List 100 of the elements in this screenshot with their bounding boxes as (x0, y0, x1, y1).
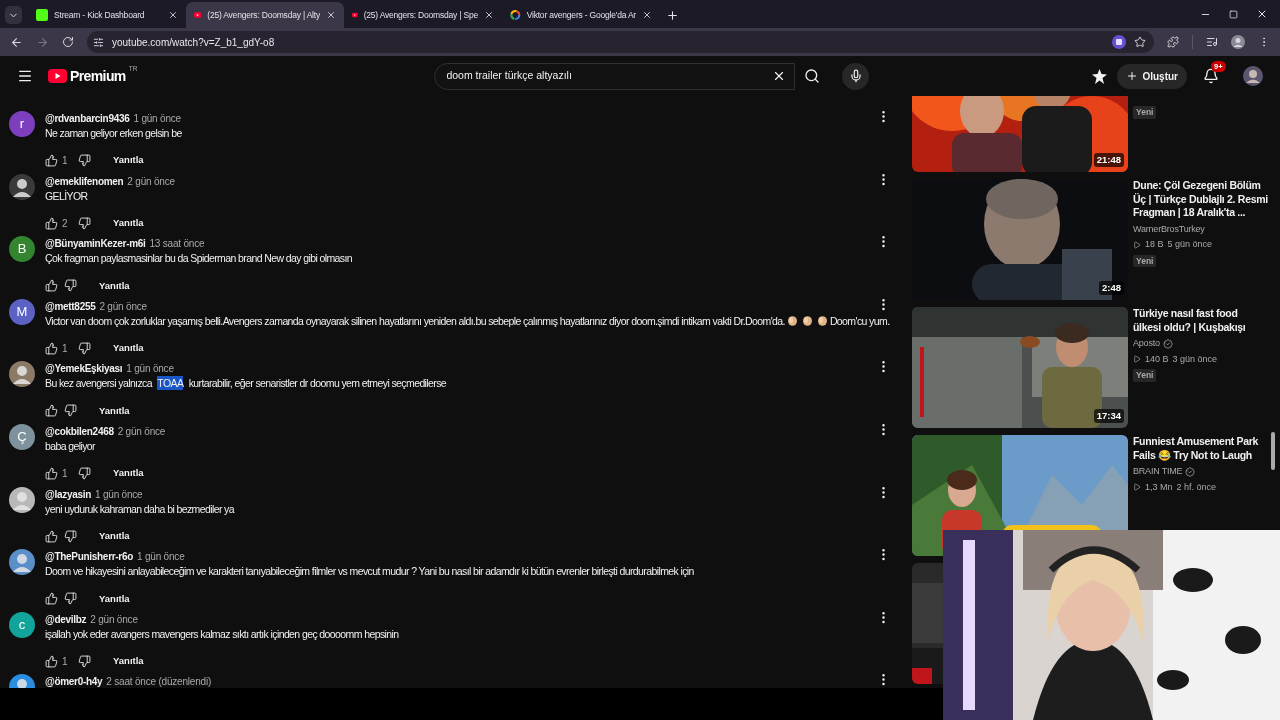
search-box[interactable]: doom trailer türkçe altyazılı (434, 62, 796, 90)
avatar-icon[interactable] (9, 549, 35, 576)
logo-text: Premium (70, 66, 126, 86)
comment-text: Çok fragman paylasmasinlar bu da Spiderman brand New day gibi olmasın (45, 251, 353, 267)
comment-author[interactable]: @mett8255 (45, 298, 96, 314)
voice-search-button[interactable] (842, 62, 870, 90)
site-info-icon[interactable] (93, 36, 104, 48)
extension-icon[interactable] (1112, 35, 1126, 49)
browser-tab[interactable]: Viktor avengers - Google'da Ar (502, 2, 660, 28)
address-bar[interactable]: youtube.com/watch?v=Z_b1_gdY-o8 (87, 31, 1154, 53)
search-input[interactable]: doom trailer türkçe altyazılı (446, 68, 773, 84)
reply-button[interactable]: Yanıtla (91, 589, 138, 608)
dislike-button[interactable] (62, 592, 79, 606)
thumbs-up-icon (45, 216, 58, 230)
comment-time[interactable]: 2 gün önce (99, 298, 147, 314)
thumbs-down-icon (64, 529, 77, 543)
dislike-button[interactable] (76, 466, 93, 480)
comment-author[interactable]: @lazyasin (45, 486, 91, 502)
comment-time[interactable]: 2 gün önce (117, 423, 166, 439)
avatar[interactable]: B (9, 236, 35, 263)
bookmark-icon[interactable] (1134, 36, 1146, 48)
close-icon[interactable] (1256, 8, 1268, 20)
menu-icon[interactable] (17, 68, 33, 84)
comment-time[interactable]: 2 gün önce (127, 173, 175, 189)
new-badge: Yeni (1133, 254, 1157, 268)
new-tab-icon[interactable] (666, 8, 679, 22)
thumbs-down-icon (64, 279, 77, 293)
channel-name[interactable]: Aposto (1133, 337, 1160, 351)
create-button[interactable]: Oluştur (1117, 63, 1187, 89)
avatar-icon[interactable] (9, 361, 35, 388)
account-avatar-icon[interactable] (1243, 66, 1263, 86)
comment-author[interactable]: @devilbz (45, 611, 87, 627)
avatar[interactable]: r (9, 111, 35, 137)
video-title[interactable]: Funniest Amusement Park Fails 😂 Try Not to Laugh (1133, 435, 1268, 462)
reply-button[interactable]: Yanıtla (105, 339, 152, 358)
comment-time[interactable]: 2 gün önce (90, 611, 138, 627)
sparkle-icon[interactable] (1092, 68, 1108, 84)
close-icon[interactable] (484, 10, 494, 20)
comment-time[interactable]: 2 saat önce (düzenlendi) (106, 674, 212, 688)
youtube-logo-icon[interactable] (48, 69, 67, 83)
comment-time[interactable]: 13 saat önce (149, 236, 205, 252)
like-count: 1 (62, 466, 69, 481)
reply-button[interactable]: Yanıtla (91, 276, 138, 295)
comment-time[interactable]: 1 gün önce (94, 486, 143, 502)
notifications-icon[interactable] (1203, 68, 1219, 84)
avatar-icon[interactable] (9, 486, 35, 513)
dislike-button[interactable] (76, 654, 93, 668)
thumbs-up-icon (45, 341, 58, 355)
back-icon[interactable] (10, 35, 23, 49)
thumbs-down-icon (64, 404, 77, 418)
thumbs-up-icon (45, 404, 58, 418)
close-icon[interactable] (642, 10, 652, 20)
plus-icon (1126, 70, 1139, 82)
dislike-button[interactable] (76, 154, 93, 167)
avatar-icon[interactable] (9, 173, 35, 200)
reply-button[interactable]: Yanıtla (105, 151, 152, 170)
dislike-button[interactable] (76, 216, 93, 230)
channel-name[interactable]: WarnerBrosTurkey (1133, 222, 1205, 236)
video-title[interactable]: Türkiye nasıl fast food ülkesi oldu? | Kuşbakışı (1133, 307, 1268, 334)
dislike-button[interactable] (76, 341, 93, 355)
dislike-button[interactable] (62, 279, 79, 293)
reply-button[interactable]: Yanıtla (105, 213, 152, 233)
video-title[interactable]: Dune: Çöl Gezegeni Bölüm Üç | Türkçe Dublajlı 2. Resmi Fragman | 18 Aralık'ta ... (1133, 179, 1268, 220)
reply-button[interactable]: Yanıtla (91, 401, 138, 420)
tab-search-button[interactable] (5, 6, 22, 24)
comment-author[interactable]: @BünyaminKezer-m6i (45, 236, 146, 252)
close-icon[interactable] (168, 10, 178, 20)
view-count: 18 B (1145, 238, 1164, 251)
close-icon[interactable] (326, 10, 336, 20)
comment-author[interactable]: @cokbilen2468 (45, 423, 114, 439)
scrollbar-thumb[interactable] (1271, 432, 1275, 470)
channel-name[interactable]: BRAIN TIME (1133, 465, 1183, 479)
reply-button[interactable]: Yanıtla (105, 464, 152, 483)
maximize-icon[interactable] (1229, 9, 1238, 19)
dislike-button[interactable] (62, 529, 79, 543)
thumbs-up-icon (45, 529, 58, 543)
reply-button[interactable]: Yanıtla (105, 652, 152, 671)
thumbs-up-icon (45, 279, 58, 293)
reply-button[interactable]: Yanıtla (91, 526, 138, 546)
comment-time[interactable]: 1 gün önce (133, 111, 181, 126)
comment-author[interactable]: @ThePunisherr-r6o (45, 549, 133, 565)
comment-author[interactable]: @rdvanbarcin9436 (45, 111, 130, 126)
browser-tab[interactable]: (25) Avengers: Doomsday | Spe (344, 2, 502, 28)
browser-tab[interactable]: Stream - Kick Dashboard (28, 2, 186, 28)
avatar[interactable]: M (9, 298, 35, 325)
profile-icon[interactable] (1231, 35, 1245, 49)
comment-text: Ne zaman geliyor erken gelsin be (45, 126, 182, 141)
browser-tab[interactable]: (25) Avengers: Doomsday | Alty (186, 2, 344, 28)
comment-author[interactable]: @ömer0-h4y (45, 674, 103, 688)
comment-author[interactable]: @YemekEşkiyası (45, 361, 123, 377)
comment-time[interactable]: 1 gün önce (126, 361, 174, 377)
extensions-icon[interactable] (1167, 36, 1179, 48)
comment-author[interactable]: @emeklifenomen (45, 173, 124, 189)
google-logo-icon (510, 9, 521, 21)
search-icon[interactable] (804, 68, 821, 84)
media-icon[interactable] (1206, 36, 1218, 48)
comment-time[interactable]: 1 gün önce (137, 549, 185, 565)
reload-icon[interactable] (62, 36, 74, 48)
dislike-button[interactable] (62, 404, 79, 418)
comment-text: yeni uyduruk kahraman daha bi bezmediler ya (45, 501, 234, 517)
